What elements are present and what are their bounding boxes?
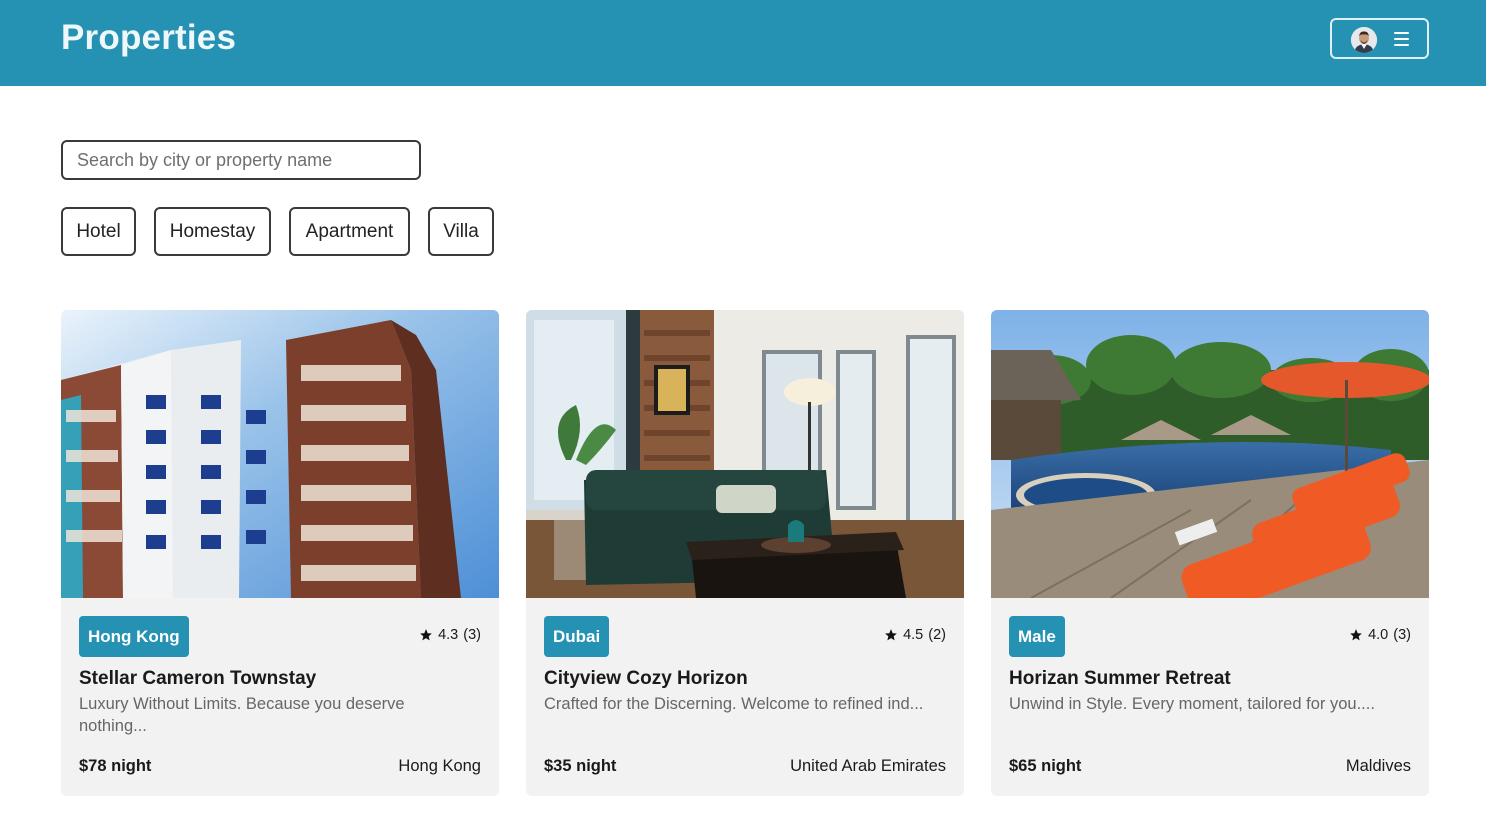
filter-homestay-button[interactable]: Homestay [154, 207, 271, 256]
user-avatar-icon [1351, 27, 1377, 53]
property-country: United Arab Emirates [790, 757, 946, 775]
property-card[interactable]: Dubai 4.5 (2) Cityview Cozy Horizon Craf… [526, 310, 964, 796]
review-count: (2) [928, 627, 946, 643]
rating-value: 4.0 [1368, 627, 1389, 643]
search-input[interactable] [61, 140, 421, 180]
property-description: Crafted for the Discerning. Welcome to r… [544, 695, 924, 713]
city-badge: Dubai [544, 616, 610, 657]
review-count: (3) [1393, 627, 1411, 643]
property-description: Luxury Without Limits. Because you deser… [79, 695, 405, 735]
property-name: Stellar Cameron Townstay [79, 668, 317, 689]
star-icon [885, 629, 897, 641]
top-navbar: Properties [0, 0, 1486, 86]
property-photo [526, 310, 964, 598]
page-title: Properties [61, 18, 237, 57]
property-photo [991, 310, 1429, 598]
rating: 4.5 (2) [884, 627, 946, 643]
property-photo [61, 310, 499, 598]
filter-villa-button[interactable]: Villa [428, 207, 494, 256]
star-icon [1350, 629, 1362, 641]
property-description: Unwind in Style. Every moment, tailored … [1009, 695, 1375, 713]
city-badge: Hong Kong [79, 616, 189, 657]
rating-value: 4.5 [903, 627, 924, 643]
property-card[interactable]: Hong Kong 4.3 (3) Stellar Cameron Townst… [61, 310, 499, 796]
property-country: Maldives [1345, 757, 1411, 775]
city-badge: Male [1009, 616, 1065, 657]
property-price: $65 night [1009, 757, 1082, 775]
star-icon [420, 629, 432, 641]
rating-value: 4.3 [438, 627, 459, 643]
review-count: (3) [463, 627, 481, 643]
property-country: Hong Kong [398, 757, 481, 775]
property-price: $78 night [79, 757, 152, 775]
property-name: Horizan Summer Retreat [1009, 668, 1231, 689]
filter-apartment-button[interactable]: Apartment [289, 207, 410, 256]
filter-hotel-button[interactable]: Hotel [61, 207, 136, 256]
property-name: Cityview Cozy Horizon [544, 668, 748, 689]
rating: 4.3 (3) [419, 627, 481, 643]
user-menu-button[interactable] [1330, 18, 1429, 59]
hamburger-menu-icon [1394, 31, 1409, 47]
property-card[interactable]: Male 4.0 (3) Horizan Summer Retreat Unwi… [991, 310, 1429, 796]
rating: 4.0 (3) [1349, 627, 1411, 643]
property-price: $35 night [544, 757, 617, 775]
